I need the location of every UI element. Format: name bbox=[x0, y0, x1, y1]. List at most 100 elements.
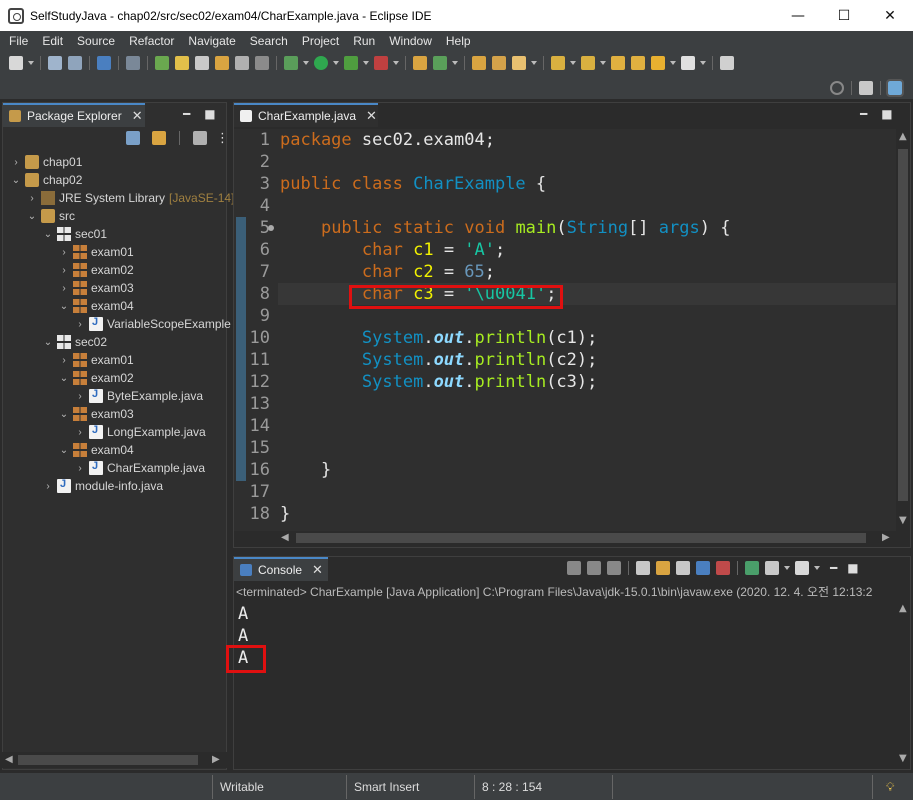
menu-file[interactable]: File bbox=[2, 34, 35, 48]
skip-breakpoints-icon[interactable] bbox=[126, 56, 140, 70]
chevron-right-icon[interactable]: › bbox=[75, 463, 85, 474]
chevron-right-icon[interactable]: › bbox=[27, 193, 37, 204]
pin-console-icon[interactable] bbox=[745, 561, 759, 575]
display-selected-console-icon[interactable] bbox=[765, 561, 779, 575]
marker-dropdown-icon[interactable] bbox=[531, 61, 537, 65]
next-annotation-dropdown-icon[interactable] bbox=[570, 61, 576, 65]
show-on-stdout-icon[interactable] bbox=[696, 561, 710, 575]
filters-icon[interactable] bbox=[193, 131, 207, 145]
open-file-icon[interactable] bbox=[492, 56, 506, 70]
editor-vertical-scrollbar[interactable]: ▲ ▼ bbox=[896, 129, 910, 531]
minimize-view-icon[interactable]: ━ bbox=[830, 561, 837, 575]
tree-item[interactable]: › ByteExample.java bbox=[75, 387, 203, 405]
chevron-right-icon[interactable]: › bbox=[11, 157, 21, 168]
package-explorer-horizontal-scrollbar[interactable]: ◀ ▶ bbox=[2, 752, 227, 768]
search-icon[interactable] bbox=[830, 81, 844, 95]
chevron-down-icon[interactable]: ⌄ bbox=[59, 445, 69, 456]
tree-item[interactable]: › CharExample.java bbox=[75, 459, 205, 477]
new-dropdown-icon[interactable] bbox=[28, 61, 34, 65]
chevron-right-icon[interactable]: › bbox=[75, 319, 85, 330]
show-on-stderr-icon[interactable] bbox=[716, 561, 730, 575]
minimize-button[interactable]: — bbox=[775, 0, 821, 31]
external-tools-dropdown-icon[interactable] bbox=[393, 61, 399, 65]
chevron-down-icon[interactable]: ⌄ bbox=[11, 175, 21, 186]
maximize-view-icon[interactable]: ■ bbox=[847, 561, 858, 575]
terminate-icon[interactable] bbox=[567, 561, 581, 575]
chevron-right-icon[interactable]: › bbox=[75, 427, 85, 438]
menu-refactor[interactable]: Refactor bbox=[122, 34, 181, 48]
run-dropdown-icon[interactable] bbox=[333, 61, 339, 65]
close-icon[interactable]: ✕ bbox=[366, 109, 377, 124]
remove-all-terminated-icon[interactable] bbox=[607, 561, 621, 575]
scroll-up-icon[interactable]: ▲ bbox=[899, 131, 907, 142]
save-all-icon[interactable] bbox=[68, 56, 82, 70]
open-type-icon[interactable] bbox=[215, 56, 229, 70]
editor-horizontal-scrollbar[interactable]: ◀ ▶ bbox=[278, 531, 896, 545]
new-icon[interactable] bbox=[9, 56, 23, 70]
menu-source[interactable]: Source bbox=[70, 34, 122, 48]
lightbulb-icon[interactable]: 💡︎ bbox=[886, 777, 894, 797]
debug-dropdown-icon[interactable] bbox=[303, 61, 309, 65]
tree-item[interactable]: › chap01 bbox=[11, 153, 82, 171]
open-task-icon[interactable] bbox=[235, 56, 249, 70]
back-arrow-icon[interactable] bbox=[651, 56, 665, 70]
view-menu-icon[interactable]: ⋮ bbox=[216, 131, 229, 146]
console-view-icon[interactable] bbox=[97, 56, 111, 70]
tree-item[interactable]: › LongExample.java bbox=[75, 423, 206, 441]
tree-item[interactable]: › exam03 bbox=[59, 279, 134, 297]
tree-item[interactable]: ⌄ exam02 bbox=[59, 369, 134, 387]
chevron-right-icon[interactable]: › bbox=[59, 355, 69, 366]
show-whitespace-icon[interactable] bbox=[255, 56, 269, 70]
marker-pen-icon[interactable] bbox=[512, 56, 526, 70]
previous-annotation-icon[interactable] bbox=[581, 56, 595, 70]
scroll-left-icon[interactable]: ◀ bbox=[281, 532, 289, 543]
minimize-view-icon[interactable]: ━ bbox=[860, 107, 867, 121]
chevron-down-icon[interactable]: ⌄ bbox=[59, 373, 69, 384]
chevron-down-icon[interactable]: ⌄ bbox=[59, 301, 69, 312]
previous-annotation-dropdown-icon[interactable] bbox=[600, 61, 606, 65]
tab-package-explorer[interactable]: Package Explorer ✕ bbox=[3, 103, 145, 127]
tree-item[interactable]: › VariableScopeExample bbox=[75, 315, 231, 333]
menu-search[interactable]: Search bbox=[243, 34, 295, 48]
menu-navigate[interactable]: Navigate bbox=[181, 34, 242, 48]
word-wrap-icon[interactable] bbox=[676, 561, 690, 575]
chevron-right-icon[interactable]: › bbox=[59, 265, 69, 276]
tree-item[interactable]: ⌄ exam04 bbox=[59, 297, 134, 315]
next-annotation-icon[interactable] bbox=[551, 56, 565, 70]
chevron-down-icon[interactable]: ⌄ bbox=[43, 337, 53, 348]
tree-item[interactable]: › module-info.java bbox=[43, 477, 163, 495]
forward-arrow-icon[interactable] bbox=[681, 56, 695, 70]
chevron-right-icon[interactable]: › bbox=[43, 481, 53, 492]
console-vertical-scrollbar[interactable]: ▲ ▼ bbox=[896, 601, 910, 769]
new-java-project-icon[interactable] bbox=[155, 56, 169, 70]
menu-edit[interactable]: Edit bbox=[35, 34, 70, 48]
tree-item[interactable]: ⌄ sec02 bbox=[43, 333, 107, 351]
open-console-dropdown-icon[interactable] bbox=[814, 566, 820, 570]
scroll-right-icon[interactable]: ▶ bbox=[212, 754, 220, 765]
menu-help[interactable]: Help bbox=[439, 34, 478, 48]
maximize-view-icon[interactable]: ■ bbox=[204, 107, 215, 121]
clear-console-icon[interactable] bbox=[636, 561, 650, 575]
new-package-icon[interactable] bbox=[175, 56, 189, 70]
chevron-right-icon[interactable]: › bbox=[59, 247, 69, 258]
scroll-thumb[interactable] bbox=[898, 149, 908, 501]
minimize-view-icon[interactable]: ━ bbox=[183, 107, 190, 121]
scroll-right-icon[interactable]: ▶ bbox=[882, 532, 890, 543]
pin-editor-icon[interactable] bbox=[720, 56, 734, 70]
link-with-editor-icon[interactable] bbox=[152, 131, 166, 145]
run-icon[interactable] bbox=[314, 56, 328, 70]
external-tools-icon[interactable] bbox=[374, 56, 388, 70]
new-class-icon[interactable] bbox=[195, 56, 209, 70]
run-last-tool-dropdown-icon[interactable] bbox=[363, 61, 369, 65]
tree-item[interactable]: › exam01 bbox=[59, 243, 134, 261]
menu-project[interactable]: Project bbox=[295, 34, 346, 48]
chevron-down-icon[interactable]: ⌄ bbox=[27, 211, 37, 222]
scroll-lock-icon[interactable] bbox=[656, 561, 670, 575]
code-editor[interactable]: 1 2 3 4 5 6 7 8 9 10 11 12 13 14 15 16 17 18 package sec0… bbox=[234, 129, 896, 531]
open-perspective-icon[interactable] bbox=[859, 81, 873, 95]
remove-launch-icon[interactable] bbox=[587, 561, 601, 575]
menu-run[interactable]: Run bbox=[346, 34, 382, 48]
tree-item[interactable]: ⌄ sec01 bbox=[43, 225, 107, 243]
back-forward-history-icon[interactable] bbox=[631, 56, 645, 70]
tree-item[interactable]: › exam02 bbox=[59, 261, 134, 279]
